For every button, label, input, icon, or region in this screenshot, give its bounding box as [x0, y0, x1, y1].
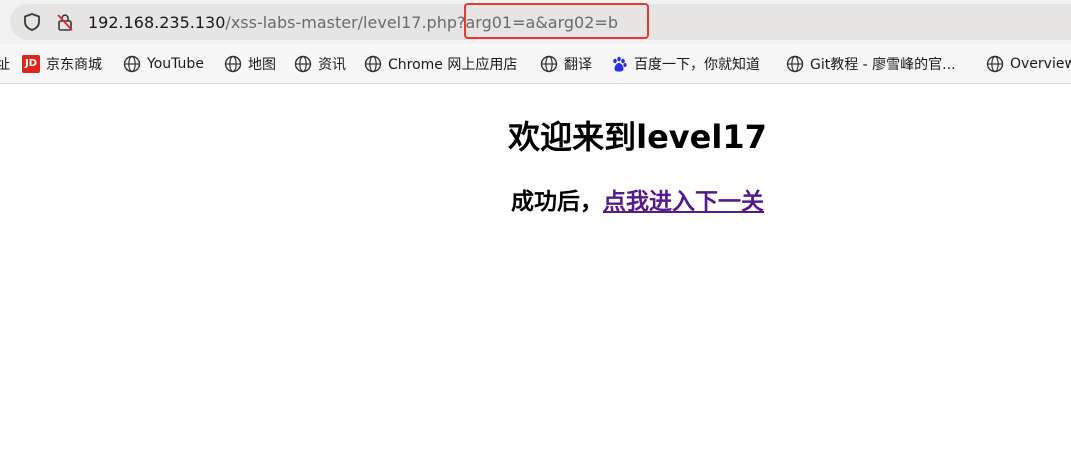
bookmark-label: Git教程 - 廖雪峰的官...	[810, 57, 956, 73]
globe-icon	[540, 55, 558, 73]
globe-icon	[123, 55, 141, 73]
bookmark-item-overview[interactable]: Overview	[986, 44, 1071, 84]
bookmark-label: 翻译	[564, 57, 592, 73]
url-host: 192.168.235.130	[88, 13, 226, 32]
page-content: 欢迎来到level17 成功后，点我进入下一关	[0, 84, 1071, 473]
bookmark-item-translate[interactable]: 翻译	[540, 44, 592, 84]
lock-crossed-icon[interactable]	[55, 12, 75, 32]
next-level-link[interactable]: 点我进入下一关	[603, 189, 764, 215]
bookmark-item-youtube[interactable]: YouTube	[123, 44, 204, 84]
bookmark-label: Chrome 网上应用店	[388, 57, 518, 73]
globe-icon	[986, 55, 1004, 73]
bookmark-item-baidu[interactable]: 百度一下，你就知道	[610, 44, 760, 84]
page-title: 欢迎来到level17	[508, 118, 767, 156]
bookmarks-bar: 址 JD 京东商城 YouTube 地图 资讯 Chrome 网上应用店 翻译 …	[0, 44, 1071, 84]
bookmark-label: 百度一下，你就知道	[634, 57, 760, 73]
bookmark-label: 资讯	[318, 57, 346, 73]
bookmark-label: YouTube	[147, 56, 204, 72]
success-prefix: 成功后，	[511, 189, 603, 215]
bookmark-item-chrome-store[interactable]: Chrome 网上应用店	[364, 44, 517, 84]
bookmark-label: 地图	[248, 57, 276, 73]
bookmark-item-map[interactable]: 地图	[224, 44, 276, 84]
globe-icon	[786, 55, 804, 73]
globe-icon	[364, 55, 382, 73]
bookmark-item-news[interactable]: 资讯	[294, 44, 346, 84]
bookmark-label: 址	[0, 57, 10, 73]
bookmark-item-cut[interactable]: 址	[0, 44, 10, 84]
success-line: 成功后，点我进入下一关	[0, 182, 1071, 216]
browser-toolbar: 192.168.235.130/xss-labs-master/level17.…	[0, 0, 1071, 44]
baidu-paw-icon	[613, 56, 627, 72]
query-string-highlight-box	[464, 3, 649, 39]
bookmark-item-jd[interactable]: JD 京东商城	[22, 44, 102, 84]
globe-icon	[224, 55, 242, 73]
bookmark-item-git-tutorial[interactable]: Git教程 - 廖雪峰的官...	[786, 44, 956, 84]
shield-icon[interactable]	[22, 12, 42, 32]
bookmark-label: Overview	[1010, 56, 1071, 72]
globe-icon	[294, 55, 312, 73]
bookmark-label: 京东商城	[46, 57, 102, 73]
jd-icon: JD	[22, 55, 40, 73]
